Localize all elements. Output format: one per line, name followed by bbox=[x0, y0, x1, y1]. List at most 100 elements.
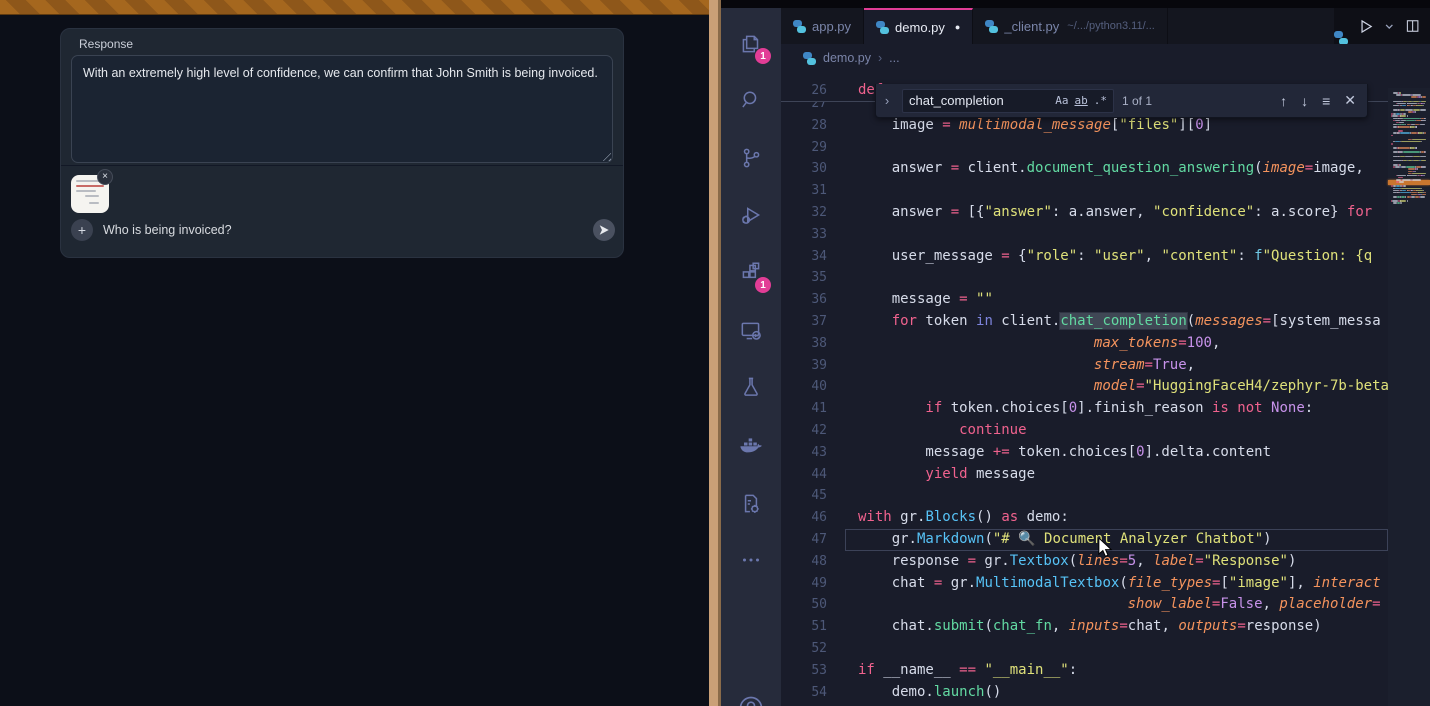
overflow-tab-python-icon bbox=[1334, 31, 1348, 45]
code-line[interactable]: 35 bbox=[781, 267, 1388, 289]
tab-app-py[interactable]: app.py bbox=[781, 8, 864, 44]
find-input-box: Aa ab .* bbox=[902, 89, 1114, 113]
code-line[interactable]: 49chat = gr.MultimodalTextbox(file_types… bbox=[781, 573, 1388, 595]
code-line[interactable]: 52 bbox=[781, 638, 1388, 660]
tab-label: app.py bbox=[812, 19, 851, 34]
run-debug-icon bbox=[738, 202, 764, 228]
response-textarea[interactable]: With an extremely high level of confiden… bbox=[71, 55, 613, 163]
extensions-badge: 1 bbox=[755, 277, 771, 293]
python-file-icon bbox=[876, 21, 889, 34]
code-line[interactable]: 33 bbox=[781, 224, 1388, 246]
code-line[interactable]: 28image = multimodal_message["files"][0] bbox=[781, 115, 1388, 137]
find-in-selection-button[interactable]: ≡ bbox=[1319, 93, 1333, 109]
sidebar-item-task-file[interactable] bbox=[721, 480, 781, 528]
response-card: Response With an extremely high level of… bbox=[60, 28, 624, 258]
response-label: Response bbox=[79, 37, 133, 51]
activity-bar: 1 1 bbox=[721, 8, 781, 706]
code-line[interactable]: 47gr.Markdown("# 🔍 Document Analyzer Cha… bbox=[781, 529, 1388, 551]
sidebar-item-search[interactable] bbox=[721, 76, 781, 124]
code-line[interactable]: 44yield message bbox=[781, 464, 1388, 486]
regex-button[interactable]: .* bbox=[1091, 94, 1113, 107]
python-file-icon bbox=[803, 52, 816, 65]
breadcrumb[interactable]: demo.py › ... bbox=[781, 44, 1430, 72]
card-divider bbox=[61, 165, 623, 166]
breadcrumb-separator-icon: › bbox=[878, 51, 882, 65]
code-line[interactable]: 50show_label=False, placeholder= bbox=[781, 594, 1388, 616]
mouse-cursor bbox=[1097, 538, 1115, 558]
code-line[interactable]: 51chat.submit(chat_fn, inputs=chat, outp… bbox=[781, 616, 1388, 638]
remote-explorer-icon bbox=[738, 318, 764, 344]
task-file-gear-icon bbox=[738, 491, 764, 517]
minimap-find-match-highlight bbox=[1388, 180, 1430, 185]
tab-demo-py[interactable]: demo.py ● bbox=[864, 8, 973, 44]
tab-description: ~/.../python3.11/... bbox=[1067, 20, 1155, 32]
gradio-app-panel: Response With an extremely high level of… bbox=[0, 0, 709, 706]
code-line[interactable]: 48response = gr.Textbox(lines=5, label="… bbox=[781, 551, 1388, 573]
code-line[interactable]: 45 bbox=[781, 485, 1388, 507]
source-control-icon bbox=[738, 145, 764, 171]
search-icon bbox=[738, 87, 764, 113]
code-line[interactable]: 36message = "" bbox=[781, 289, 1388, 311]
find-input[interactable] bbox=[903, 93, 1052, 108]
tab-label: _client.py bbox=[1004, 19, 1059, 34]
find-results-count: 1 of 1 bbox=[1122, 94, 1152, 108]
code-line[interactable]: 31 bbox=[781, 180, 1388, 202]
sidebar-item-explorer[interactable]: 1 bbox=[721, 20, 781, 68]
recording-stripe-bar bbox=[0, 0, 709, 15]
screenshot-root: Response With an extremely high level of… bbox=[0, 0, 1430, 706]
code-line[interactable]: 30answer = client.document_question_answ… bbox=[781, 158, 1388, 180]
find-previous-button[interactable]: ↑ bbox=[1277, 93, 1290, 109]
code-line[interactable]: 34user_message = {"role": "user", "conte… bbox=[781, 246, 1388, 268]
add-file-button[interactable]: + bbox=[71, 219, 93, 241]
flask-icon bbox=[738, 374, 764, 400]
sidebar-item-remote-explorer[interactable] bbox=[721, 307, 781, 355]
tab-label: demo.py bbox=[895, 20, 945, 35]
sidebar-item-extensions[interactable]: 1 bbox=[721, 249, 781, 297]
find-close-button[interactable]: ✕ bbox=[1341, 92, 1359, 109]
code-editor[interactable]: 26def 26def2728image = multimodal_messag… bbox=[781, 72, 1430, 706]
find-widget: › Aa ab .* 1 of 1 ↑ ↓ ≡ ✕ bbox=[875, 84, 1368, 118]
whole-word-button[interactable]: ab bbox=[1072, 94, 1091, 107]
code-line[interactable]: 53if __name__ == "__main__": bbox=[781, 660, 1388, 682]
sidebar-item-docker[interactable] bbox=[721, 422, 781, 470]
remove-attachment-button[interactable]: × bbox=[97, 169, 113, 185]
python-file-icon bbox=[793, 20, 806, 33]
vscode-window: 1 1 bbox=[721, 0, 1430, 706]
tab-bar: app.py demo.py ● _client.py ~/.../python… bbox=[781, 8, 1430, 44]
run-dropdown-chevron-icon[interactable] bbox=[1384, 21, 1395, 32]
code-line[interactable]: 43message += token.choices[0].delta.cont… bbox=[781, 442, 1388, 464]
code-line[interactable]: 32answer = [{"answer": a.answer, "confid… bbox=[781, 202, 1388, 224]
breadcrumb-file[interactable]: demo.py bbox=[823, 51, 871, 65]
modified-dot-icon[interactable]: ● bbox=[955, 22, 960, 32]
code-line[interactable]: 41if token.choices[0].finish_reason is n… bbox=[781, 398, 1388, 420]
code-line[interactable]: 54demo.launch() bbox=[781, 682, 1388, 704]
find-expand-toggle-icon[interactable]: › bbox=[880, 93, 894, 108]
code-line[interactable]: 42continue bbox=[781, 420, 1388, 442]
sidebar-item-more[interactable] bbox=[721, 536, 781, 584]
run-python-file-button[interactable] bbox=[1358, 18, 1374, 35]
account-icon bbox=[737, 694, 765, 706]
chat-prompt-input[interactable] bbox=[103, 219, 543, 241]
code-line[interactable]: 37for token in client.chat_completion(me… bbox=[781, 311, 1388, 333]
code-line[interactable]: 29 bbox=[781, 137, 1388, 159]
window-split-divider[interactable] bbox=[709, 0, 721, 706]
send-button[interactable] bbox=[593, 219, 615, 241]
code-line[interactable]: 40model="HuggingFaceH4/zephyr-7b-beta bbox=[781, 376, 1388, 398]
sidebar-item-source-control[interactable] bbox=[721, 134, 781, 182]
split-editor-button[interactable] bbox=[1405, 18, 1420, 34]
match-case-button[interactable]: Aa bbox=[1052, 94, 1071, 107]
code-line[interactable]: 38max_tokens=100, bbox=[781, 333, 1388, 355]
sidebar-item-run-debug[interactable] bbox=[721, 191, 781, 239]
sidebar-item-testing[interactable] bbox=[721, 363, 781, 411]
breadcrumb-more[interactable]: ... bbox=[889, 51, 899, 65]
editor-actions bbox=[1334, 8, 1430, 44]
find-next-button[interactable]: ↓ bbox=[1298, 93, 1311, 109]
sidebar-item-account[interactable] bbox=[721, 684, 781, 706]
code-line[interactable]: 39stream=True, bbox=[781, 355, 1388, 377]
more-ellipsis-icon bbox=[738, 547, 764, 573]
editor-group: app.py demo.py ● _client.py ~/.../python… bbox=[781, 8, 1430, 706]
code-line[interactable]: 46with gr.Blocks() as demo: bbox=[781, 507, 1388, 529]
titlebar-strip bbox=[721, 0, 1430, 8]
minimap[interactable] bbox=[1388, 88, 1430, 706]
tab-client-py[interactable]: _client.py ~/.../python3.11/... bbox=[973, 8, 1167, 44]
